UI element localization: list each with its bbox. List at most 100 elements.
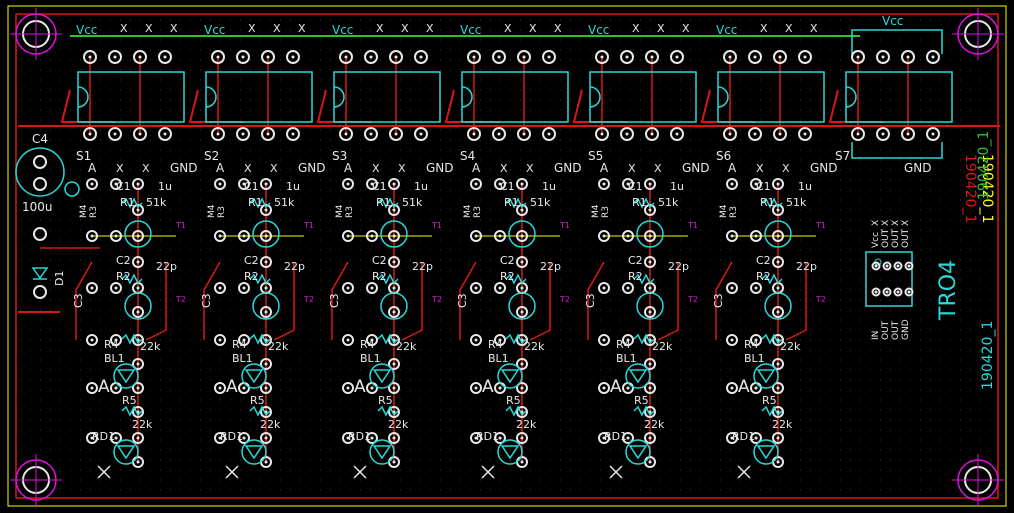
transistor-ref: T1 [431,221,442,230]
drill-hole [600,55,604,59]
part-ref: R1 [248,196,263,209]
part-ref: BL1 [744,352,765,365]
part-value: 51k [658,196,679,209]
drill-hole [896,264,900,268]
drill-hole [370,386,374,390]
part-value: 1u [414,180,428,193]
drill-hole [754,386,758,390]
drill-hole [885,290,889,294]
transistor-ref: T2 [559,295,570,304]
part-ref: C3 [456,293,469,308]
drill-hole [625,132,629,136]
drill-hole [626,386,630,390]
part-ref: BL1 [616,352,637,365]
dip8-pin-label: OUT [891,320,901,340]
nc-marker: X [298,22,306,35]
transistor-ref: T2 [431,295,442,304]
drill-hole [520,208,524,212]
part-ref: R3 [217,206,227,218]
part-ref: R4 [744,338,759,351]
drill-hole [291,55,295,59]
drill-hole [730,286,734,290]
drill-hole [881,55,885,59]
dip8-pin-label: OUT [891,228,901,248]
drill-hole [520,436,524,440]
part-value: 51k [274,196,295,209]
part-ref: RD1 [476,430,499,443]
part-ref: R1 [632,196,647,209]
drill-hole [497,132,501,136]
part-value: 22p [668,260,689,273]
nc-marker: X [170,22,178,35]
led-anode-mark: A [610,377,622,397]
part-ref: M4 [591,204,601,218]
header-pin-label: A [600,161,609,175]
c4-value: 100u [22,200,53,214]
header-pin-label: X [372,162,380,175]
drill-hole [754,234,758,238]
drill-hole [931,132,935,136]
drill-hole [728,132,732,136]
drill-hole [497,55,501,59]
header-pin-label: GND [682,161,710,175]
drill-hole [600,132,604,136]
part-ref: C2 [244,254,259,267]
drill-hole [626,286,630,290]
header-pin-label: GND [426,161,454,175]
drill-hole [648,460,652,464]
part-value: 51k [402,196,423,209]
drill-hole [648,260,652,264]
drill-hole [650,55,654,59]
part-ref: R1 [376,196,391,209]
part-ref: M4 [719,204,729,218]
part-ref: R3 [729,206,739,218]
drill-hole [520,362,524,366]
part-ref: R4 [232,338,247,351]
nc-marker: X [554,22,562,35]
part-ref: R1 [120,196,135,209]
part-value: 1u [542,180,556,193]
header-pin-label: X [526,162,534,175]
dip8-pin-label: X [891,220,901,226]
led-anode-mark: A [482,377,494,397]
drill-hole [394,55,398,59]
c4-ref: C4 [32,132,48,146]
drill-hole [648,386,652,390]
drill-hole [520,234,524,238]
drill-hole [648,234,652,238]
transistor-ref: T1 [687,221,698,230]
transistor-ref: T2 [815,295,826,304]
drill-hole [163,55,167,59]
part-ref: R5 [762,394,777,407]
drill-hole [776,234,780,238]
drill-hole [730,234,734,238]
part-ref: R5 [122,394,137,407]
board-name: TRO4 [936,260,961,321]
drill-hole [114,386,118,390]
part-ref: C1 [756,180,771,193]
drill-hole [242,234,246,238]
drill-hole [138,55,142,59]
drill-hole [906,132,910,136]
drill-hole [547,55,551,59]
part-ref: RD1 [604,430,627,443]
part-ref: M4 [207,204,217,218]
drill-hole [291,132,295,136]
drill-hole [242,386,246,390]
drill-hole [344,132,348,136]
part-ref: R1 [760,196,775,209]
vcc-label: Vcc [332,23,353,37]
nc-marker: X [529,22,537,35]
drill-hole [650,132,654,136]
drill-hole [242,286,246,290]
part-value: 22p [156,260,177,273]
drill-hole [392,310,396,314]
header-pin-label: A [88,161,97,175]
part-ref: C3 [72,293,85,308]
part-ref: RD1 [220,430,243,443]
drill-hole [776,208,780,212]
drill-hole [648,208,652,212]
dip8-pin-label: OUT [881,228,891,248]
dip8-pin-label: Vcc [871,232,881,248]
part-value: 22k [644,418,665,431]
